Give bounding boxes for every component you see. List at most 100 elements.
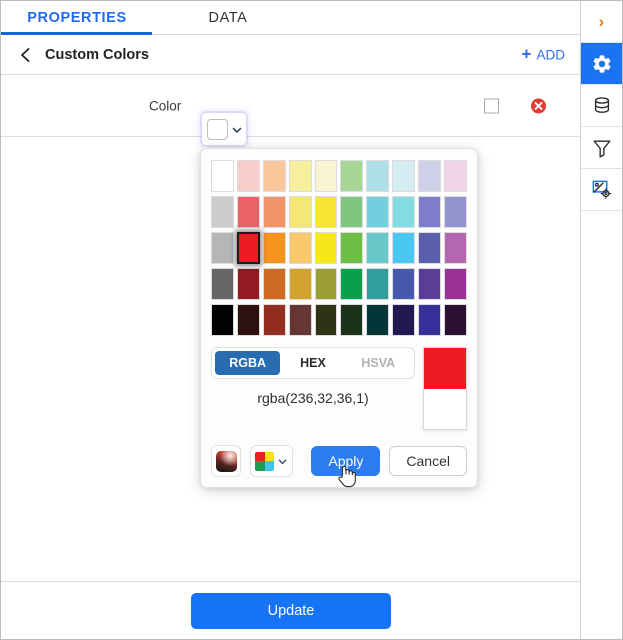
palette-swatch[interactable] [236,304,260,336]
palette-swatch[interactable] [262,232,286,264]
palette-swatch[interactable] [211,304,234,336]
palette-swatch[interactable] [314,160,338,192]
breadcrumb-bar: Custom Colors + ADD [1,35,581,75]
palette-swatch[interactable] [392,268,416,300]
format-tab-hex[interactable]: HEX [280,351,345,375]
palette-swatch[interactable] [236,232,260,264]
palette-swatch[interactable] [314,268,338,300]
palette-swatch[interactable] [262,160,286,192]
add-button[interactable]: + ADD [521,44,565,63]
format-tab-rgba[interactable]: RGBA [215,351,281,375]
palette-swatch[interactable] [288,304,312,336]
gear-icon[interactable] [581,43,622,85]
mini-palette-grid [255,451,275,471]
palette-grid-icon[interactable] [250,445,294,477]
palette-swatch[interactable] [340,196,364,228]
palette-swatch[interactable] [211,268,234,300]
color-value-text: rgba(236,32,36,1) [257,390,369,406]
palette-swatch[interactable] [236,196,260,228]
palette-swatch[interactable] [314,304,338,336]
color-format-tabs: RGBA HEX HSVA [211,347,415,379]
preview-new-color [424,348,466,389]
color-property-row: Color [1,75,581,137]
mini-palette-cell [255,461,265,471]
mini-palette-cell [264,461,275,471]
tab-data-label: DATA [208,9,248,26]
gradient-picker-icon[interactable] [211,445,242,477]
color-row-checkbox[interactable] [484,98,499,113]
palette-swatch[interactable] [392,304,416,336]
palette-swatch[interactable] [340,268,364,300]
palette-swatch[interactable] [314,196,338,228]
right-toolbar: › [580,1,622,639]
palette-swatch[interactable] [444,232,467,264]
palette-swatch[interactable] [236,160,260,192]
add-button-label: ADD [536,47,565,62]
palette-swatch[interactable] [444,304,467,336]
palette-swatch[interactable] [418,232,442,264]
palette-swatch[interactable] [288,268,312,300]
palette-swatch[interactable] [444,160,467,192]
apply-button[interactable]: Apply [311,446,381,488]
tab-properties-label: PROPERTIES [27,9,127,26]
gradient-swatch [215,450,237,472]
palette-swatch[interactable] [418,304,442,336]
cancel-button[interactable]: Cancel [389,446,467,476]
palette-swatch[interactable] [392,196,416,228]
tab-data[interactable]: DATA [153,1,303,35]
palette-swatch[interactable] [366,160,390,192]
format-tab-hex-label: HEX [300,356,326,370]
palette-swatch[interactable] [340,232,364,264]
update-button[interactable]: Update [191,592,391,629]
palette-swatch[interactable] [211,196,234,228]
format-and-preview-row: RGBA HEX HSVA rgba(236,32,36,1) [211,347,467,430]
palette-swatch[interactable] [340,304,364,336]
mini-palette-cell [255,451,265,461]
palette-swatch[interactable] [288,232,312,264]
current-color-swatch [207,118,228,140]
palette-swatch[interactable] [340,160,364,192]
palette-swatch[interactable] [418,160,442,192]
format-column: RGBA HEX HSVA rgba(236,32,36,1) [211,347,415,406]
delete-circle-icon[interactable] [530,97,547,114]
expand-chevron-glyph: › [598,11,605,31]
palette-swatch[interactable] [366,268,390,300]
palette-swatch[interactable] [366,196,390,228]
properties-panel: PROPERTIES DATA Custom Colors + ADD Colo… [1,1,581,639]
footer-bar: Update [1,581,581,639]
picker-action-row: Apply Cancel [211,443,467,488]
tab-properties[interactable]: PROPERTIES [1,1,153,35]
palette-swatch[interactable] [444,196,467,228]
mini-palette-cell [264,451,275,461]
color-picker-popup: RGBA HEX HSVA rgba(236,32,36,1) Apply Ca… [200,148,478,488]
palette-swatch[interactable] [366,232,390,264]
image-settings-icon[interactable] [581,169,622,211]
palette-swatch[interactable] [444,268,467,300]
expand-chevron-icon[interactable]: › [581,1,622,43]
color-field-label: Color [149,98,182,113]
palette-swatch[interactable] [236,268,260,300]
plus-icon: + [521,44,532,63]
color-preview [423,347,467,430]
format-tab-hsva-label: HSVA [361,356,396,370]
palette-swatch[interactable] [262,196,286,228]
color-swatch-dropdown[interactable] [202,113,246,145]
palette-swatch[interactable] [211,160,234,192]
palette-swatch[interactable] [262,304,286,336]
database-icon[interactable] [581,85,622,127]
chevron-down-icon [279,458,287,464]
palette-swatch[interactable] [392,160,416,192]
palette-swatch[interactable] [211,232,234,264]
palette-swatch[interactable] [418,268,442,300]
color-palette-grid [211,160,467,336]
palette-swatch[interactable] [392,232,416,264]
filter-funnel-icon[interactable] [581,127,622,169]
palette-swatch[interactable] [288,160,312,192]
chevron-left-icon[interactable] [17,46,35,64]
palette-swatch[interactable] [288,196,312,228]
palette-swatch[interactable] [366,304,390,336]
palette-swatch[interactable] [418,196,442,228]
palette-swatch[interactable] [314,232,338,264]
format-tab-hsva[interactable]: HSVA [346,351,411,375]
palette-swatch[interactable] [262,268,286,300]
